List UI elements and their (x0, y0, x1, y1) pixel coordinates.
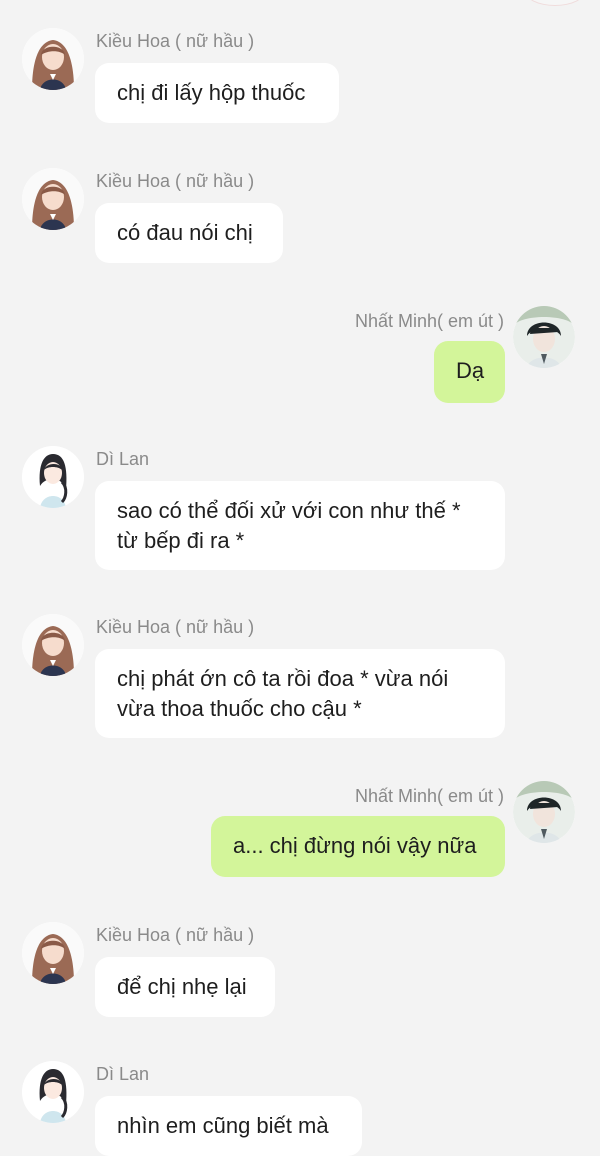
message-bubble[interactable]: chị phát ớn cô ta rồi đoa * vừa nói vừa … (95, 649, 505, 738)
kieu-hoa-avatar[interactable] (22, 168, 84, 230)
partial-avatar (524, 0, 586, 6)
sender-name: Nhất Minh( em út ) (354, 311, 504, 331)
sender-name: Kiều Hoa ( nữ hầu ) (96, 171, 255, 191)
sender-name: Dì Lan (96, 1064, 150, 1084)
di-lan-avatar[interactable] (22, 446, 84, 508)
di-lan-avatar[interactable] (22, 1061, 84, 1123)
nhat-minh-avatar[interactable] (513, 781, 575, 843)
message-bubble[interactable]: chị đi lấy hộp thuốc (95, 63, 339, 123)
message-bubble[interactable]: có đau nói chị (95, 203, 283, 263)
message-bubble[interactable]: để chị nhẹ lại (95, 957, 275, 1017)
message-bubble[interactable]: a... chị đừng nói vậy nữa (211, 816, 505, 877)
sender-name: Kiều Hoa ( nữ hầu ) (96, 925, 255, 945)
kieu-hoa-avatar[interactable] (22, 28, 84, 90)
sender-name: Nhất Minh( em út ) (354, 786, 504, 806)
message-bubble[interactable]: Dạ (434, 341, 505, 403)
message-bubble[interactable]: sao có thể đối xử với con như thế * từ b… (95, 481, 505, 570)
sender-name: Kiều Hoa ( nữ hầu ) (96, 617, 255, 637)
kieu-hoa-avatar[interactable] (22, 614, 84, 676)
kieu-hoa-avatar[interactable] (22, 922, 84, 984)
message-bubble[interactable]: nhìn em cũng biết mà (95, 1096, 362, 1156)
sender-name: Kiều Hoa ( nữ hầu ) (96, 31, 255, 51)
nhat-minh-avatar[interactable] (513, 306, 575, 368)
sender-name: Dì Lan (96, 449, 150, 469)
